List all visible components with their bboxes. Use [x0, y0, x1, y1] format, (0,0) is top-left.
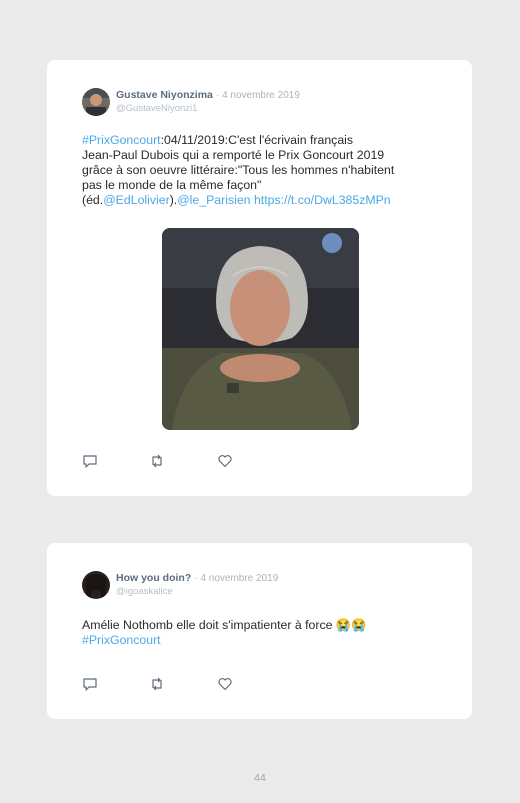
tweet-text: #PrixGoncourt:04/11/2019:C'est l'écrivai… [82, 133, 442, 208]
hashtag-link[interactable]: #PrixGoncourt [82, 633, 161, 647]
tweet-card: How you doin? · 4 novembre 2019 @igoaska… [47, 543, 472, 719]
hashtag-link[interactable]: #PrixGoncourt [82, 133, 161, 147]
tweet-date[interactable]: 4 novembre 2019 [222, 90, 300, 101]
page-number: 44 [254, 772, 266, 784]
tweet-photo[interactable] [162, 228, 359, 430]
mention-link[interactable]: @EdLolivier [103, 193, 169, 207]
author-name[interactable]: How you doin? [116, 572, 191, 584]
tweet-date[interactable]: 4 novembre 2019 [200, 573, 278, 584]
text-span: Jean-Paul Dubois qui a remporté le Prix … [82, 148, 385, 162]
retweet-icon[interactable] [149, 453, 165, 469]
heart-icon[interactable] [217, 453, 233, 469]
tweet-text: Amélie Nothomb elle doit s'impatienter à… [82, 618, 442, 648]
text-span: pas le monde de la même façon" [82, 178, 262, 192]
text-span: (éd. [82, 193, 104, 207]
text-span: Amélie Nothomb elle doit s'impatienter à… [82, 618, 367, 632]
retweet-icon[interactable] [149, 676, 165, 692]
url-link[interactable]: https://t.co/DwL385zMPn [254, 193, 391, 207]
text-span: grâce à son oeuvre littéraire:"Tous les … [82, 163, 395, 177]
author-handle[interactable]: @GustaveNiyonzi1 [116, 103, 197, 114]
text-span: :04/11/2019:C'est l'écrivain français [160, 133, 354, 147]
tweet-actions [82, 453, 252, 469]
mention-link[interactable]: @le_Parisien [177, 193, 250, 207]
author-name[interactable]: Gustave Niyonzima [116, 89, 213, 101]
reply-icon[interactable] [82, 676, 98, 692]
author-handle[interactable]: @igoaskalice [116, 586, 173, 597]
tweet-actions [82, 676, 252, 692]
avatar[interactable] [82, 88, 110, 116]
separator: · [194, 573, 198, 584]
heart-icon[interactable] [217, 676, 233, 692]
avatar[interactable] [82, 571, 110, 599]
tweet-card: Gustave Niyonzima · 4 novembre 2019 @Gus… [47, 60, 472, 496]
separator: · [215, 90, 220, 101]
reply-icon[interactable] [82, 453, 98, 469]
